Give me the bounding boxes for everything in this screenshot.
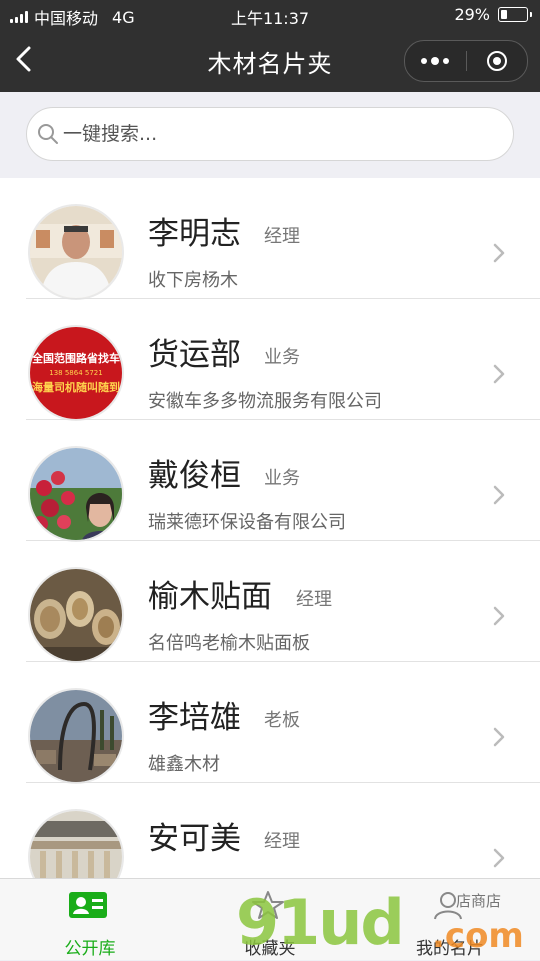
search-input[interactable]	[61, 122, 485, 146]
card-role: 老板	[264, 710, 300, 731]
card-role: 经理	[296, 589, 332, 610]
card-role: 业务	[264, 468, 300, 489]
card-name: 李明志	[148, 216, 241, 252]
avatar	[28, 204, 124, 300]
card-role: 经理	[264, 831, 300, 852]
card-company: 瑞莱德环保设备有限公司	[148, 512, 346, 533]
card-item[interactable]: 戴俊桓 业务 瑞莱德环保设备有限公司	[0, 420, 540, 542]
card-item[interactable]: 全国范围路省找车 138 5864 5721 海量司机随叫随到 货运部 业务 安…	[0, 299, 540, 421]
chevron-right-icon	[493, 727, 505, 747]
close-miniprogram-button[interactable]	[467, 41, 527, 81]
watermark-stamp: 店商店	[456, 892, 502, 910]
card-role: 业务	[264, 347, 300, 368]
target-icon	[487, 51, 507, 71]
avatar	[28, 446, 124, 542]
card-item[interactable]: 榆木贴面 经理 名倍鸣老榆木贴面板	[0, 541, 540, 663]
avatar-text: 138 5864 5721	[49, 369, 102, 377]
chevron-right-icon	[493, 364, 505, 384]
avatar	[28, 809, 124, 878]
avatar-text: 海量司机随叫随到	[32, 380, 120, 394]
chevron-right-icon	[493, 848, 505, 868]
card-name: 安可美	[148, 821, 241, 857]
avatar: 全国范围路省找车 138 5864 5721 海量司机随叫随到	[28, 325, 124, 421]
card-item[interactable]: 李明志 经理 收下房杨木	[0, 178, 540, 300]
tab-label: 公开库	[64, 939, 116, 959]
tab-public-library[interactable]: 公开库	[0, 879, 180, 961]
avatar-text: 全国范围路省找车	[31, 351, 120, 365]
nav-bar: 木材名片夹	[0, 30, 540, 92]
chevron-right-icon	[493, 243, 505, 263]
battery-icon	[498, 7, 532, 22]
avatar	[28, 567, 124, 663]
card-company: 安徽车多多物流服务有限公司	[148, 391, 382, 412]
watermark-logo: 91ud	[236, 886, 405, 959]
card-item[interactable]: 安可美 经理	[0, 783, 540, 878]
search-box[interactable]	[26, 107, 514, 161]
card-name: 榆木贴面	[148, 579, 272, 615]
search-icon	[38, 124, 58, 144]
card-name: 李培雄	[148, 700, 241, 736]
card-company: 名倍鸣老榆木贴面板	[148, 633, 310, 654]
avatar	[28, 688, 124, 784]
card-company: 雄鑫木材	[148, 754, 220, 775]
chevron-right-icon	[493, 606, 505, 626]
watermark-suffix: .com	[432, 916, 524, 956]
card-company: 收下房杨木	[148, 270, 238, 291]
miniprogram-capsule	[404, 40, 528, 82]
status-bar: 中国移动 4G 上午11:37 29%	[0, 0, 540, 30]
search-section	[0, 92, 540, 178]
card-name: 戴俊桓	[148, 458, 241, 494]
battery-percent: 29%	[454, 5, 490, 24]
card-role: 经理	[264, 226, 300, 247]
card-list: 李明志 经理 收下房杨木 全国范围路省找车 138 5864 5721 海量司机…	[0, 178, 540, 878]
chevron-right-icon	[493, 485, 505, 505]
card-name: 货运部	[148, 337, 241, 373]
id-card-icon	[69, 892, 107, 918]
card-item[interactable]: 李培雄 老板 雄鑫木材	[0, 662, 540, 784]
more-button[interactable]	[405, 41, 465, 81]
